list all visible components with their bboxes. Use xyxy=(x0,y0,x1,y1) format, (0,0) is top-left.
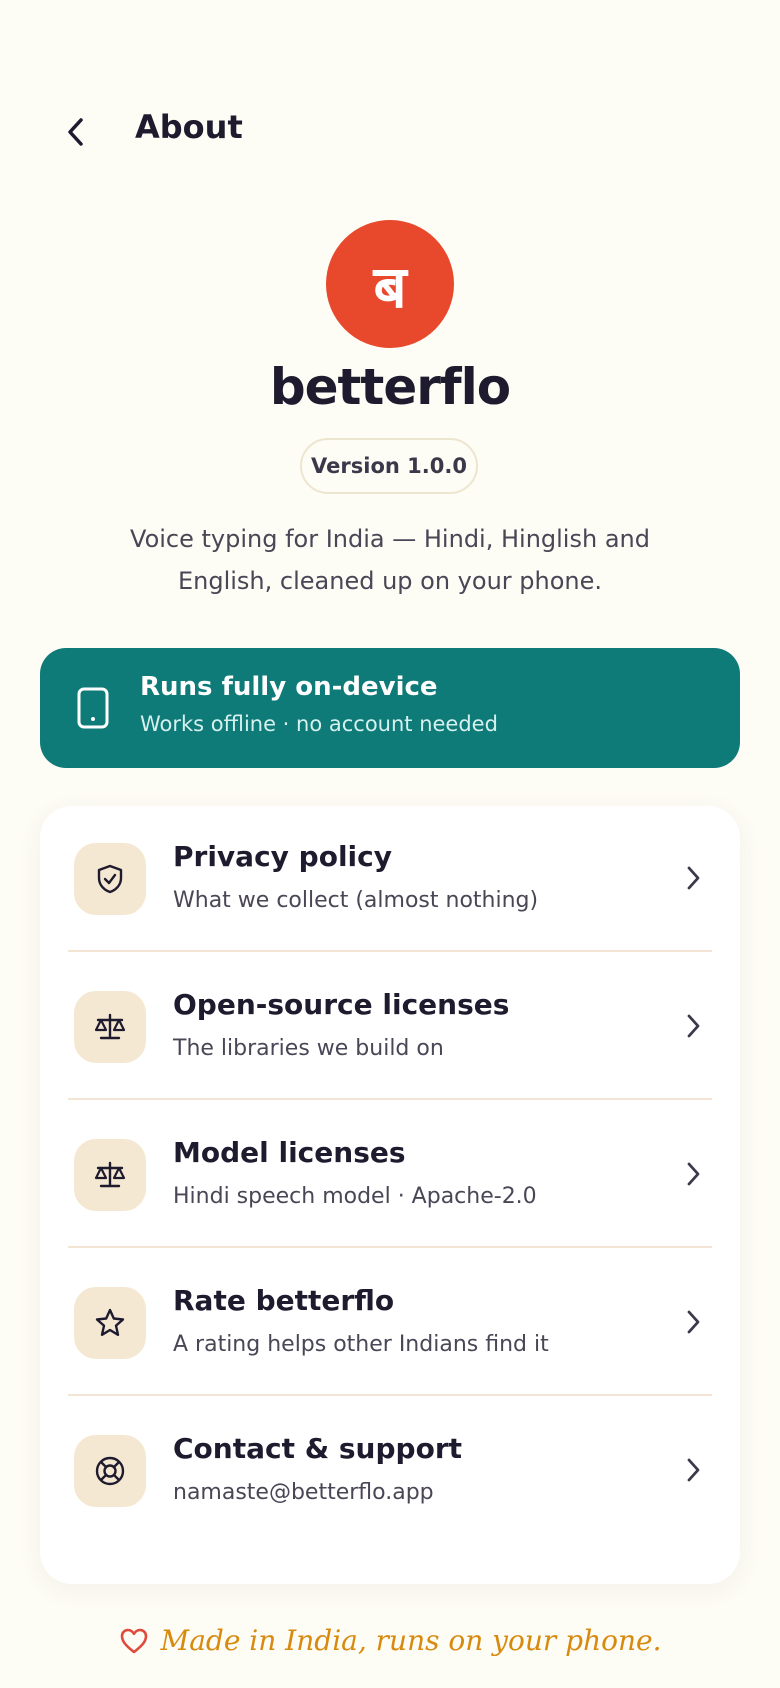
divider xyxy=(68,950,712,952)
item-title: Model licenses xyxy=(173,1136,406,1169)
open-source-licenses-item[interactable]: Open-source licenses The libraries we bu… xyxy=(40,954,740,1100)
version-label: Version 1.0.0 xyxy=(311,454,467,478)
item-title: Contact & support xyxy=(173,1432,463,1465)
item-title: Rate betterflo xyxy=(173,1284,395,1317)
chevron-right-icon xyxy=(687,1310,700,1334)
shield-check-icon xyxy=(97,864,123,894)
logo-glyph: ब xyxy=(373,252,407,321)
item-title: Privacy policy xyxy=(173,840,392,873)
lifebuoy-icon xyxy=(95,1456,125,1486)
privacy-policy-item[interactable]: Privacy policy What we collect (almost n… xyxy=(40,806,740,952)
licenses-icon-badge xyxy=(74,991,146,1063)
rate-app-item[interactable]: Rate betterflo A rating helps other Indi… xyxy=(40,1250,740,1396)
about-links-card: Privacy policy What we collect (almost n… xyxy=(40,806,740,1584)
star-icon xyxy=(95,1308,125,1336)
item-subtitle: What we collect (almost nothing) xyxy=(173,888,539,913)
heart-icon xyxy=(120,1628,147,1653)
privacy-icon-badge xyxy=(74,843,146,915)
app-logo: ब xyxy=(326,220,454,348)
back-button[interactable] xyxy=(52,108,100,156)
contact-support-item[interactable]: Contact & support namaste@betterflo.app xyxy=(40,1398,740,1544)
item-subtitle: namaste@betterflo.app xyxy=(173,1480,434,1505)
on-device-banner: Runs fully on-device Works offline · no … xyxy=(40,648,740,768)
banner-title: Runs fully on-device xyxy=(140,672,438,702)
footer-note: Made in India, runs on your phone. xyxy=(0,1624,780,1657)
divider xyxy=(68,1246,712,1248)
phone-icon xyxy=(77,687,109,729)
app-tagline: Voice typing for India — Hindi, Hinglish… xyxy=(130,525,650,595)
app-name: betterflo xyxy=(269,358,511,416)
chevron-right-icon xyxy=(687,1014,700,1038)
divider xyxy=(68,1098,712,1100)
back-arrow-icon xyxy=(68,118,83,146)
version-badge: Version 1.0.0 xyxy=(300,438,478,494)
scale-icon xyxy=(94,1161,126,1188)
item-subtitle: Hindi speech model · Apache-2.0 xyxy=(173,1184,537,1209)
item-title: Open-source licenses xyxy=(173,988,510,1021)
model-licenses-icon-badge xyxy=(74,1139,146,1211)
page-title: About xyxy=(135,108,243,146)
model-licenses-item[interactable]: Model licenses Hindi speech model · Apac… xyxy=(40,1102,740,1248)
rate-icon-badge xyxy=(74,1287,146,1359)
app-header: About xyxy=(0,96,780,166)
item-subtitle: The libraries we build on xyxy=(173,1036,444,1061)
scale-icon xyxy=(94,1013,126,1040)
chevron-right-icon xyxy=(687,866,700,890)
chevron-right-icon xyxy=(687,1162,700,1186)
support-icon-badge xyxy=(74,1435,146,1507)
banner-subtitle: Works offline · no account needed xyxy=(140,712,498,736)
footer-text: Made in India, runs on your phone. xyxy=(160,1624,662,1657)
chevron-right-icon xyxy=(687,1458,700,1482)
item-subtitle: A rating helps other Indians find it xyxy=(173,1332,549,1357)
divider xyxy=(68,1394,712,1396)
